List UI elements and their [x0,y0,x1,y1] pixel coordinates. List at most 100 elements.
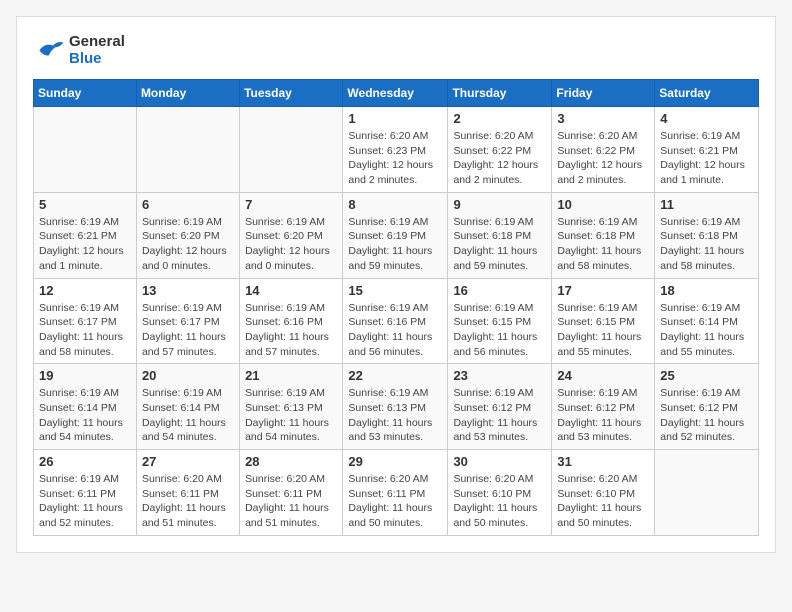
day-number: 30 [453,454,546,469]
weekday-header-monday: Monday [136,80,239,107]
day-number: 13 [142,283,234,298]
day-info: Sunrise: 6:19 AMSunset: 6:17 PMDaylight:… [39,301,131,360]
day-number: 2 [453,111,546,126]
day-cell-16: 16 Sunrise: 6:19 AMSunset: 6:15 PMDayligh… [448,278,552,364]
day-info: Sunrise: 6:20 AMSunset: 6:22 PMDaylight:… [557,129,649,188]
week-row-1: 5Sunrise: 6:19 AMSunset: 6:21 PMDaylight… [34,192,759,278]
day-info: Sunrise: 6:19 AMSunset: 6:16 PMDaylight:… [245,301,337,360]
day-number: 10 [557,197,649,212]
day-cell-20: 20 Sunrise: 6:19 AMSunset: 6:14 PMDayligh… [136,364,239,450]
day-number: 25 [660,368,753,383]
day-cell-23: 23Sunrise: 6:19 AMSunset: 6:12 PMDayligh… [448,364,552,450]
empty-cell [655,450,759,536]
day-number: 31 [557,454,649,469]
day-info: Sunrise: 6:19 AMSunset: 6:14 PMDaylight:… [142,386,234,445]
day-cell-13: 13Sunrise: 6:19 AMSunset: 6:17 PMDayligh… [136,278,239,364]
day-cell-14: 14 Sunrise: 6:19 AMSunset: 6:16 PMDayligh… [240,278,343,364]
day-number: 17 [557,283,649,298]
day-info: Sunrise: 6:19 AMSunset: 6:18 PMDaylight:… [453,215,546,274]
day-info: Sunrise: 6:20 AMSunset: 6:10 PMDaylight:… [557,472,649,531]
day-info: Sunrise: 6:19 AMSunset: 6:15 PMDaylight:… [453,301,546,360]
day-info: Sunrise: 6:20 AMSunset: 6:23 PMDaylight:… [348,129,442,188]
weekday-header-tuesday: Tuesday [240,80,343,107]
day-number: 19 [39,368,131,383]
day-number: 16 [453,283,546,298]
empty-cell [34,107,137,193]
day-cell-18: 18 Sunrise: 6:19 AMSunset: 6:14 PMDayligh… [655,278,759,364]
day-number: 14 [245,283,337,298]
day-number: 27 [142,454,234,469]
day-number: 8 [348,197,442,212]
day-cell-26: 26 Sunrise: 6:19 AMSunset: 6:11 PMDayligh… [34,450,137,536]
day-number: 21 [245,368,337,383]
logo-bird-icon [33,36,65,64]
day-info: Sunrise: 6:19 AMSunset: 6:11 PMDaylight:… [39,472,131,531]
day-info: Sunrise: 6:19 AMSunset: 6:18 PMDaylight:… [557,215,649,274]
day-info: Sunrise: 6:19 AMSunset: 6:12 PMDaylight:… [660,386,753,445]
day-info: Sunrise: 6:19 AMSunset: 6:16 PMDaylight:… [348,301,442,360]
day-info: Sunrise: 6:19 AMSunset: 6:12 PMDaylight:… [453,386,546,445]
day-cell-25: 25 Sunrise: 6:19 AMSunset: 6:12 PMDayligh… [655,364,759,450]
day-cell-2: 2 Sunrise: 6:20 AMSunset: 6:22 PMDaylight… [448,107,552,193]
day-number: 11 [660,197,753,212]
day-number: 24 [557,368,649,383]
calendar-table: SundayMondayTuesdayWednesdayThursdayFrid… [33,79,759,536]
calendar-page: General Blue SundayMondayTuesdayWednesda… [16,16,776,553]
day-info: Sunrise: 6:19 AMSunset: 6:14 PMDaylight:… [660,301,753,360]
day-info: Sunrise: 6:20 AMSunset: 6:10 PMDaylight:… [453,472,546,531]
day-number: 1 [348,111,442,126]
empty-cell [240,107,343,193]
weekday-header-sunday: Sunday [34,80,137,107]
day-info: Sunrise: 6:19 AMSunset: 6:21 PMDaylight:… [660,129,753,188]
day-info: Sunrise: 6:19 AMSunset: 6:20 PMDaylight:… [142,215,234,274]
header: General Blue [33,33,759,67]
day-number: 7 [245,197,337,212]
day-number: 18 [660,283,753,298]
week-row-4: 26 Sunrise: 6:19 AMSunset: 6:11 PMDayligh… [34,450,759,536]
day-number: 4 [660,111,753,126]
day-info: Sunrise: 6:20 AMSunset: 6:11 PMDaylight:… [245,472,337,531]
day-cell-3: 3Sunrise: 6:20 AMSunset: 6:22 PMDaylight… [552,107,655,193]
day-number: 20 [142,368,234,383]
weekday-header-friday: Friday [552,80,655,107]
day-cell-12: 12Sunrise: 6:19 AMSunset: 6:17 PMDayligh… [34,278,137,364]
day-cell-24: 24 Sunrise: 6:19 AMSunset: 6:12 PMDayligh… [552,364,655,450]
day-info: Sunrise: 6:19 AMSunset: 6:13 PMDaylight:… [348,386,442,445]
day-info: Sunrise: 6:20 AMSunset: 6:22 PMDaylight:… [453,129,546,188]
weekday-header-wednesday: Wednesday [343,80,448,107]
day-info: Sunrise: 6:19 AMSunset: 6:13 PMDaylight:… [245,386,337,445]
day-cell-19: 19Sunrise: 6:19 AMSunset: 6:14 PMDayligh… [34,364,137,450]
day-info: Sunrise: 6:20 AMSunset: 6:11 PMDaylight:… [142,472,234,531]
day-number: 9 [453,197,546,212]
week-row-3: 19 Sunrise: 6:19 AMSunset: 6:14 PMDayligh… [34,364,759,450]
day-cell-9: 9 Sunrise: 6:19 AMSunset: 6:18 PMDaylight… [448,192,552,278]
day-info: Sunrise: 6:19 AMSunset: 6:20 PMDaylight:… [245,215,337,274]
day-info: Sunrise: 6:19 AMSunset: 6:15 PMDaylight:… [557,301,649,360]
week-row-0: 1 Sunrise: 6:20 AMSunset: 6:23 PMDaylight… [34,107,759,193]
day-cell-10: 10 Sunrise: 6:19 AMSunset: 6:18 PMDayligh… [552,192,655,278]
day-cell-29: 29Sunrise: 6:20 AMSunset: 6:11 PMDayligh… [343,450,448,536]
logo: General Blue [33,33,125,67]
day-cell-28: 28 Sunrise: 6:20 AMSunset: 6:11 PMDayligh… [240,450,343,536]
day-number: 15 [348,283,442,298]
day-number: 5 [39,197,131,212]
day-number: 28 [245,454,337,469]
day-cell-4: 4 Sunrise: 6:19 AMSunset: 6:21 PMDaylight… [655,107,759,193]
day-cell-6: 6 Sunrise: 6:19 AMSunset: 6:20 PMDaylight… [136,192,239,278]
weekday-header-thursday: Thursday [448,80,552,107]
day-cell-21: 21 Sunrise: 6:19 AMSunset: 6:13 PMDayligh… [240,364,343,450]
day-cell-5: 5Sunrise: 6:19 AMSunset: 6:21 PMDaylight… [34,192,137,278]
day-number: 6 [142,197,234,212]
day-number: 22 [348,368,442,383]
weekday-header-saturday: Saturday [655,80,759,107]
day-cell-27: 27 Sunrise: 6:20 AMSunset: 6:11 PMDayligh… [136,450,239,536]
day-number: 26 [39,454,131,469]
empty-cell [136,107,239,193]
day-cell-30: 30 Sunrise: 6:20 AMSunset: 6:10 PMDayligh… [448,450,552,536]
day-info: Sunrise: 6:19 AMSunset: 6:12 PMDaylight:… [557,386,649,445]
weekday-header-row: SundayMondayTuesdayWednesdayThursdayFrid… [34,80,759,107]
day-cell-7: 7 Sunrise: 6:19 AMSunset: 6:20 PMDaylight… [240,192,343,278]
day-cell-22: 22 Sunrise: 6:19 AMSunset: 6:13 PMDayligh… [343,364,448,450]
day-cell-11: 11 Sunrise: 6:19 AMSunset: 6:18 PMDayligh… [655,192,759,278]
day-info: Sunrise: 6:19 AMSunset: 6:18 PMDaylight:… [660,215,753,274]
